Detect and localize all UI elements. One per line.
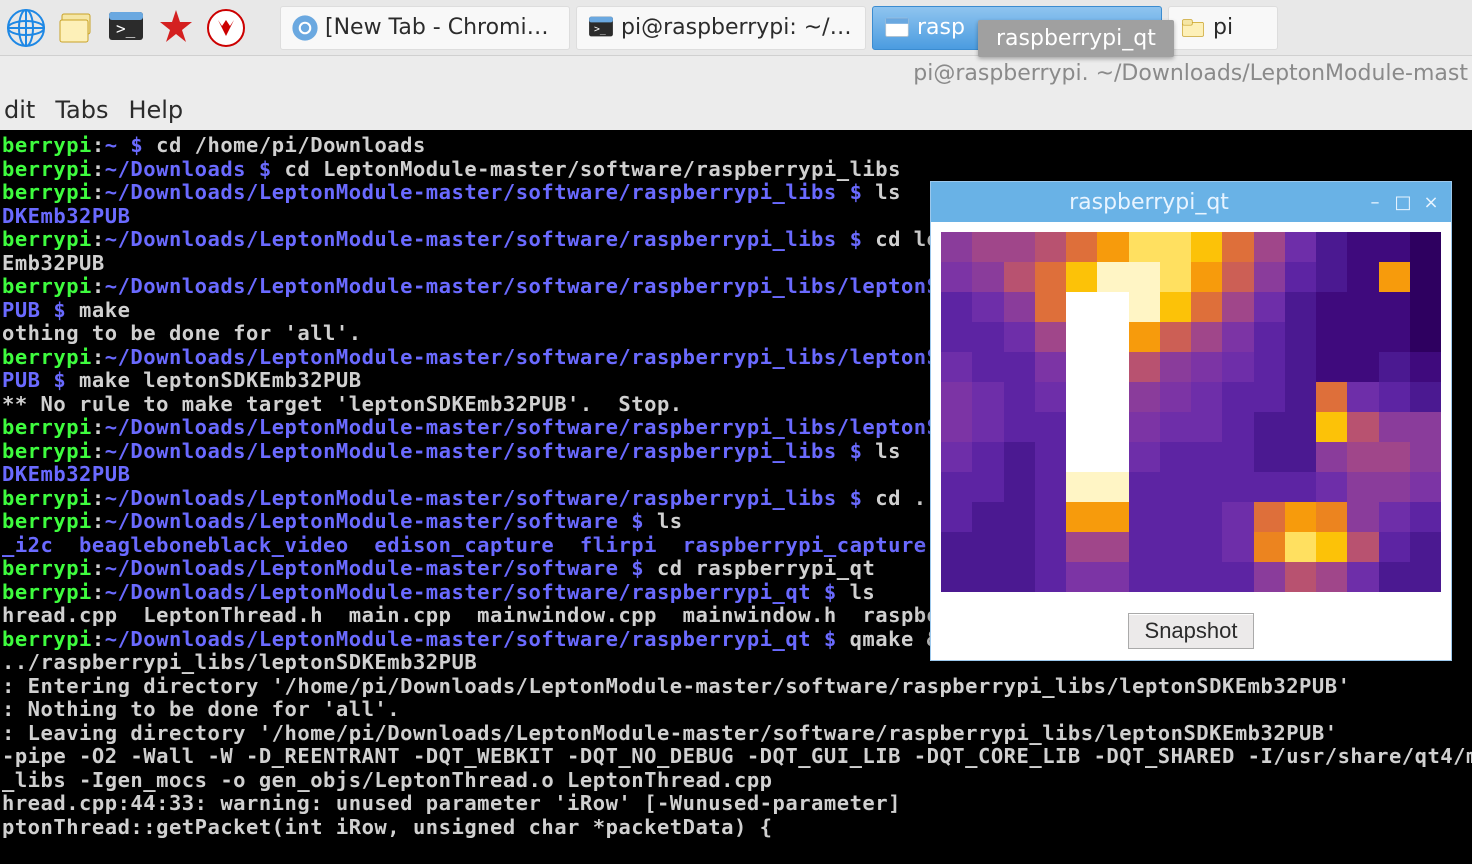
qt-title: raspberrypi_qt — [939, 190, 1359, 215]
qt-button-row: Snapshot — [931, 602, 1451, 660]
terminal-line: ptonThread::getPacket(int iRow, unsigned… — [2, 816, 1470, 840]
taskbar-panel: >_ [New Tab - Chromi… > — [0, 0, 1472, 56]
menu-help[interactable]: Help — [128, 96, 183, 124]
menu-tabs[interactable]: Tabs — [55, 96, 108, 124]
globe-icon[interactable] — [4, 6, 48, 50]
terminal-line: : Nothing to be done for 'all'. — [2, 698, 1470, 722]
qt-titlebar[interactable]: raspberrypi_qt – □ × — [931, 182, 1451, 222]
thermal-image — [941, 232, 1441, 592]
raspberrypi-qt-window: raspberrypi_qt – □ × Snapshot — [930, 181, 1452, 661]
task-label: pi@raspberrypi: ~/… — [621, 15, 852, 40]
terminal-line: hread.cpp:44:33: warning: unused paramet… — [2, 792, 1470, 816]
task-label: rasp — [917, 15, 965, 40]
terminal-icon[interactable]: >_ — [104, 6, 148, 50]
terminal-line: -pipe -O2 -Wall -W -D_REENTRANT -DQT_WEB… — [2, 745, 1470, 769]
chromium-icon — [291, 14, 319, 42]
path-text: pi@raspberrypi. ~/Downloads/LeptonModule… — [913, 61, 1468, 86]
menu-edit[interactable]: dit — [4, 96, 35, 124]
close-icon[interactable]: × — [1419, 190, 1443, 214]
svg-text:>_: >_ — [116, 19, 136, 38]
folder-icon — [1179, 14, 1207, 42]
terminal-line: _libs -Igen_mocs -o gen_objs/LeptonThrea… — [2, 769, 1470, 793]
file-manager-icon[interactable] — [54, 6, 98, 50]
window-icon — [883, 14, 911, 42]
terminal-line: berrypi:~ $ cd /home/pi/Downloads — [2, 134, 1470, 158]
taskbar-task-pi[interactable]: pi — [1168, 6, 1278, 50]
svg-text:>_: >_ — [594, 24, 606, 35]
terminal-small-icon: >_ — [587, 14, 615, 42]
minimize-icon[interactable]: – — [1363, 190, 1387, 214]
terminal-line: : Entering directory '/home/pi/Downloads… — [2, 675, 1470, 699]
maximize-icon[interactable]: □ — [1391, 190, 1415, 214]
terminal-line: berrypi:~/Downloads $ cd LeptonModule-ma… — [2, 158, 1470, 182]
terminal-line: : Leaving directory '/home/pi/Downloads/… — [2, 722, 1470, 746]
wolf-icon[interactable] — [204, 6, 248, 50]
star-icon[interactable] — [154, 6, 198, 50]
snapshot-button[interactable]: Snapshot — [1128, 613, 1255, 649]
task-label: [New Tab - Chromi… — [325, 15, 549, 40]
taskbar-task-chromium[interactable]: [New Tab - Chromi… — [280, 6, 570, 50]
terminal-menubar: dit Tabs Help — [0, 90, 1472, 130]
taskbar-tooltip: raspberrypi_qt — [978, 20, 1174, 57]
task-label: pi — [1213, 15, 1233, 40]
window-titlebar-path: pi@raspberrypi. ~/Downloads/LeptonModule… — [0, 56, 1472, 90]
taskbar-task-terminal[interactable]: >_ pi@raspberrypi: ~/… — [576, 6, 866, 50]
